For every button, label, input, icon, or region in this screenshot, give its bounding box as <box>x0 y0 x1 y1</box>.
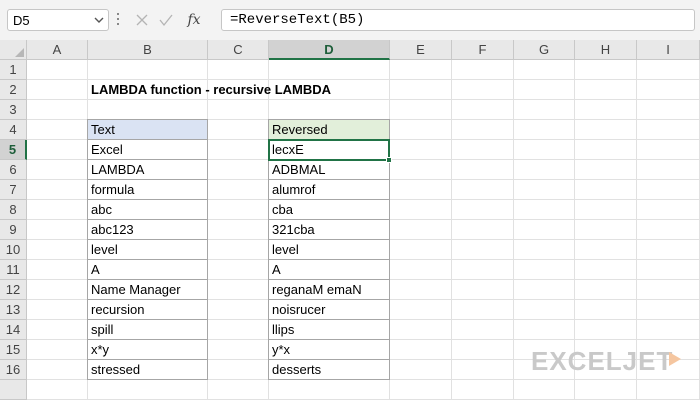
column-header-d[interactable]: D <box>269 40 390 60</box>
row-header-5[interactable]: 5 <box>0 140 27 160</box>
row-header-15[interactable]: 15 <box>0 340 27 360</box>
row-header-17[interactable] <box>0 380 27 400</box>
gridline <box>513 60 514 400</box>
text-cell[interactable]: stressed <box>88 360 208 380</box>
reversed-cell[interactable]: ADBMAL <box>269 160 390 180</box>
reversed-cell[interactable]: A <box>269 260 390 280</box>
row-header-10[interactable]: 10 <box>0 240 27 260</box>
chevron-down-icon[interactable] <box>94 16 104 24</box>
reversed-cell[interactable]: llips <box>269 320 390 340</box>
insert-function-button[interactable]: fx <box>183 10 205 30</box>
formula-text: =ReverseText(B5) <box>230 12 365 28</box>
exceljet-logo-icon <box>669 352 681 366</box>
text-cell[interactable]: recursion <box>88 300 208 320</box>
text-cell[interactable]: Name Manager <box>88 280 208 300</box>
reversed-cell[interactable]: noisrucer <box>269 300 390 320</box>
text-cell[interactable]: A <box>88 260 208 280</box>
text-header[interactable]: Text <box>88 119 208 140</box>
formula-input[interactable]: =ReverseText(B5) <box>221 9 695 31</box>
text-cell[interactable]: spill <box>88 320 208 340</box>
reversed-cell[interactable]: alumrof <box>269 180 390 200</box>
row-header-16[interactable]: 16 <box>0 360 27 380</box>
drag-handle-icon[interactable] <box>116 13 120 27</box>
formula-bar: D5 fx =ReverseText(B5) <box>0 0 700 40</box>
column-header-f[interactable]: F <box>452 40 514 60</box>
column-header-i[interactable]: I <box>637 40 700 60</box>
reversed-cell[interactable]: y*x <box>269 340 390 360</box>
row-header-1[interactable]: 1 <box>0 60 27 80</box>
row-header-2[interactable]: 2 <box>0 80 27 100</box>
row-header-14[interactable]: 14 <box>0 320 27 340</box>
select-all-icon <box>15 48 24 57</box>
column-header-g[interactable]: G <box>514 40 575 60</box>
exceljet-logo: EXCELJET <box>531 346 674 376</box>
row-header-7[interactable]: 7 <box>0 180 27 200</box>
fill-handle[interactable] <box>386 157 392 163</box>
reversed-cell[interactable]: level <box>269 240 390 260</box>
text-cell[interactable]: Excel <box>88 140 208 160</box>
text-cell[interactable]: x*y <box>88 340 208 360</box>
text-cell[interactable]: abc123 <box>88 220 208 240</box>
check-icon[interactable] <box>158 12 174 28</box>
text-cell[interactable]: level <box>88 240 208 260</box>
text-cell[interactable]: abc <box>88 200 208 220</box>
sheet-title[interactable]: LAMBDA function - recursive LAMBDA <box>88 80 388 100</box>
text-cell[interactable]: formula <box>88 180 208 200</box>
row-header-6[interactable]: 6 <box>0 160 27 180</box>
reversed-cell[interactable]: cba <box>269 200 390 220</box>
column-header-b[interactable]: B <box>88 40 208 60</box>
column-header-a[interactable]: A <box>27 40 88 60</box>
text-table: Text Excel LAMBDA formula abc abc123 lev… <box>87 119 208 380</box>
row-header-13[interactable]: 13 <box>0 300 27 320</box>
row-header-11[interactable]: 11 <box>0 260 27 280</box>
reversed-cell[interactable]: reganaM emaN <box>269 280 390 300</box>
row-header-9[interactable]: 9 <box>0 220 27 240</box>
text-cell[interactable]: LAMBDA <box>88 160 208 180</box>
reversed-header[interactable]: Reversed <box>269 119 390 140</box>
name-box-value: D5 <box>13 13 30 28</box>
row-header-12[interactable]: 12 <box>0 280 27 300</box>
reversed-cell[interactable]: desserts <box>269 360 390 380</box>
reversed-cell[interactable]: 321cba <box>269 220 390 240</box>
formula-buttons: fx <box>127 9 220 31</box>
row-header-8[interactable]: 8 <box>0 200 27 220</box>
row-header-4[interactable]: 4 <box>0 120 27 140</box>
select-all-button[interactable] <box>0 40 27 60</box>
column-header-e[interactable]: E <box>390 40 452 60</box>
name-box[interactable]: D5 <box>7 9 109 31</box>
column-header-c[interactable]: C <box>208 40 269 60</box>
cancel-icon[interactable] <box>134 12 150 28</box>
active-cell-selection[interactable] <box>268 139 390 161</box>
gridline <box>451 60 452 400</box>
row-header-3[interactable]: 3 <box>0 100 27 120</box>
column-header-h[interactable]: H <box>575 40 637 60</box>
